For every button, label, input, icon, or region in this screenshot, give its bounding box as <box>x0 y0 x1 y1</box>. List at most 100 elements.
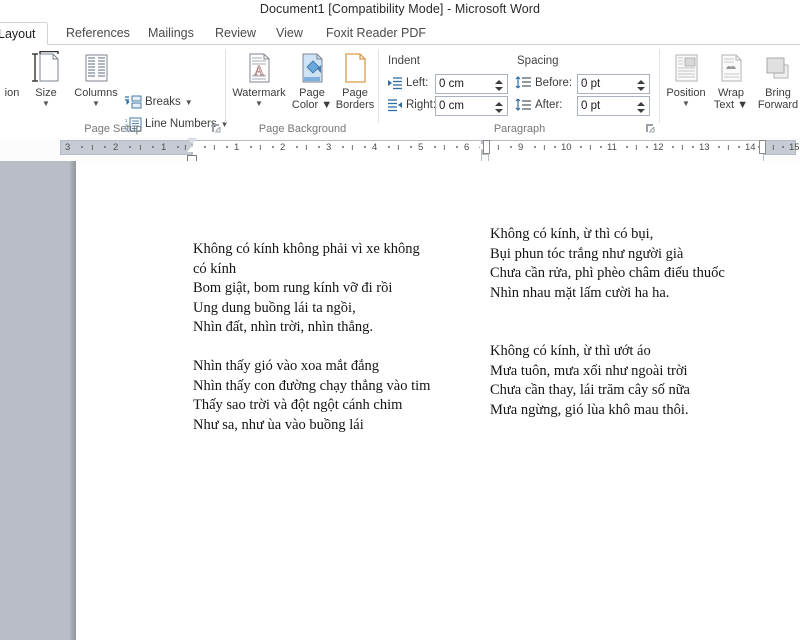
right-column[interactable]: Không có kính, ừ thì có bụi, Bụi phun tó… <box>490 225 790 420</box>
page-color-label-line2: Color <box>291 99 319 111</box>
columns-button[interactable]: Columns ▼ <box>70 49 122 108</box>
indent-right-stepper-up-icon[interactable] <box>495 101 503 106</box>
ruler-tick-left-3: 3 <box>65 142 71 153</box>
spacing-after-stepper[interactable] <box>634 98 648 116</box>
indent-right-stepper[interactable] <box>492 98 506 116</box>
breaks-button[interactable]: Breaks ▼ <box>124 92 193 112</box>
stanza-1: Không có kính không phải vì xe không có … <box>193 240 463 338</box>
page-borders-label-line1: Page <box>342 87 368 99</box>
spacing-after-field[interactable] <box>577 96 650 116</box>
watermark-label: Watermark <box>232 87 286 99</box>
text-line: Chưa cần thay, lái trăm cây số nữa <box>490 382 690 398</box>
watermark-button[interactable]: A Watermark ▼ <box>228 49 290 108</box>
ruler-tick-15: 15 <box>789 142 800 153</box>
page-borders-button[interactable]: Page Borders <box>332 49 378 111</box>
stanza-2: Nhìn thấy gió vào xoa mắt đắng Nhìn thấy… <box>193 357 463 435</box>
spacing-before-stepper-down-icon[interactable] <box>637 86 645 91</box>
columns-chevron-down-icon[interactable]: ▼ <box>70 100 122 108</box>
page-color-button[interactable]: Page Color ▼ <box>290 49 334 111</box>
document-page[interactable]: Không có kính không phải vì xe không có … <box>76 161 800 640</box>
spacing-after-stepper-up-icon[interactable] <box>637 101 645 106</box>
tab-foxit-reader-pdf[interactable]: Foxit Reader PDF <box>317 22 435 45</box>
tab-foxit-reader-pdf-label: Foxit Reader PDF <box>326 26 427 40</box>
position-chevron-down-icon[interactable]: ▼ <box>662 100 710 108</box>
tab-layout[interactable]: Layout <box>0 22 48 45</box>
ribbon-group-paragraph: Indent Spacing Left: 0 cm Right: 0 cm Be… <box>379 45 660 137</box>
page-size-icon <box>20 49 72 85</box>
indent-left-stepper-down-icon[interactable] <box>495 86 503 91</box>
text-line: Bụi phun tóc trắng như người già <box>490 245 684 262</box>
orientation-label: ion <box>4 87 20 99</box>
text-line: Như sa, như ùa vào buồng lái <box>193 416 364 433</box>
ribbon-group-page-background: A Watermark ▼ Page Color ▼ Page Borders … <box>226 45 379 137</box>
page-borders-label-line2: Borders <box>335 99 375 111</box>
text-line: Thấy sao trời và đột ngột cánh chim <box>193 397 403 413</box>
tab-mailings[interactable]: Mailings <box>139 22 203 45</box>
wrap-text-chevron-down-icon[interactable]: ▼ <box>734 99 748 111</box>
watermark-icon: A <box>228 49 290 85</box>
bring-forward-button[interactable]: Bring Forward <box>752 49 800 111</box>
wrap-text-label-line2: Text <box>713 99 735 111</box>
indent-right-stepper-down-icon[interactable] <box>495 108 503 113</box>
document-workspace: Không có kính không phải vì xe không có … <box>0 161 800 640</box>
page-color-chevron-down-icon[interactable]: ▼ <box>318 99 332 111</box>
text-line: Nhìn đất, nhìn trời, nhìn thẳng. <box>193 319 374 335</box>
page-color-label-line1: Page <box>299 87 325 99</box>
stanza-gap <box>490 303 790 323</box>
page-background-group-label: Page Background <box>258 123 347 135</box>
breaks-chevron-down-icon[interactable]: ▼ <box>185 98 193 107</box>
ruler-tick-5: 5 <box>418 142 424 153</box>
page-setup-dialog-launcher[interactable] <box>211 123 222 134</box>
indent-heading: Indent <box>388 55 420 67</box>
tab-references[interactable]: References <box>57 22 139 45</box>
position-icon <box>662 49 710 85</box>
ruler-tick-3: 3 <box>326 142 332 153</box>
spacing-before-label: Before: <box>535 77 573 89</box>
position-button[interactable]: Position ▼ <box>662 49 710 108</box>
left-column[interactable]: Không có kính không phải vì xe không có … <box>193 240 463 435</box>
tab-view[interactable]: View <box>267 22 312 45</box>
text-line: Bom giật, bom rung kính vỡ đi rồi <box>193 280 393 296</box>
indent-left-stepper[interactable] <box>492 76 506 94</box>
ruler-tick-left-2: 2 <box>113 142 119 153</box>
columns-label: Columns <box>74 87 118 99</box>
text-line: Nhìn thấy gió vào xoa mắt đắng <box>193 358 380 374</box>
spacing-before-field[interactable] <box>577 74 650 94</box>
word-application-window: Document1 [Compatibility Mode] - Microso… <box>0 0 800 640</box>
text-line: Mưa ngừng, gió lùa khô mau thôi. <box>490 401 689 418</box>
tab-mailings-label: Mailings <box>148 26 194 40</box>
paragraph-dialog-launcher[interactable] <box>645 123 656 134</box>
watermark-chevron-down-icon[interactable]: ▼ <box>228 100 290 108</box>
ruler-tick-6: 6 <box>464 142 470 153</box>
stanza-gap <box>193 338 463 358</box>
stanza-3: Không có kính, ừ thì có bụi, Bụi phun tó… <box>490 225 790 303</box>
indent-left-field[interactable] <box>435 74 508 94</box>
wrap-text-button[interactable]: Wrap Text ▼ <box>709 49 753 111</box>
ruler-tick-2: 2 <box>280 142 286 153</box>
ruler-tick-13: 13 <box>699 142 710 153</box>
indent-right-label: Right: <box>406 99 437 111</box>
spacing-after-label: After: <box>535 99 563 111</box>
tab-review[interactable]: Review <box>206 22 265 45</box>
columns-icon <box>70 49 122 85</box>
spacing-before-icon <box>515 76 532 93</box>
text-line: Không có kính, ừ thì ướt áo <box>490 343 651 359</box>
spacing-after-icon <box>515 98 532 115</box>
ribbon-group-page-setup: ion Size ▼ Columns ▼ Breaks ▼ 1 2 3 Line… <box>0 45 229 153</box>
breaks-icon <box>124 94 142 110</box>
tab-view-label: View <box>276 26 303 40</box>
ruler-tick-4: 4 <box>372 142 378 153</box>
text-line: có kính <box>193 260 237 277</box>
horizontal-ruler[interactable]: 3 ı 2 ı 1 ı ı 1 ı 2 ı 3 ı 4 ı 5 ı 6 ı 9 … <box>0 137 800 619</box>
indent-left-stepper-up-icon[interactable] <box>495 79 503 84</box>
indent-right-field[interactable] <box>435 96 508 116</box>
spacing-before-stepper[interactable] <box>634 76 648 94</box>
size-label: Size <box>35 87 57 99</box>
spacing-before-stepper-up-icon[interactable] <box>637 79 645 84</box>
spacing-after-stepper-down-icon[interactable] <box>637 108 645 113</box>
ruler-track[interactable]: 3 ı 2 ı 1 ı ı 1 ı 2 ı 3 ı 4 ı 5 ı 6 ı 9 … <box>60 138 800 619</box>
size-button[interactable]: Size ▼ <box>20 49 72 108</box>
ruler-tick-1: 1 <box>234 142 240 153</box>
stanza-4: Không có kính, ừ thì ướt áo Mưa tuôn, mư… <box>490 342 790 420</box>
size-chevron-down-icon[interactable]: ▼ <box>20 100 72 108</box>
